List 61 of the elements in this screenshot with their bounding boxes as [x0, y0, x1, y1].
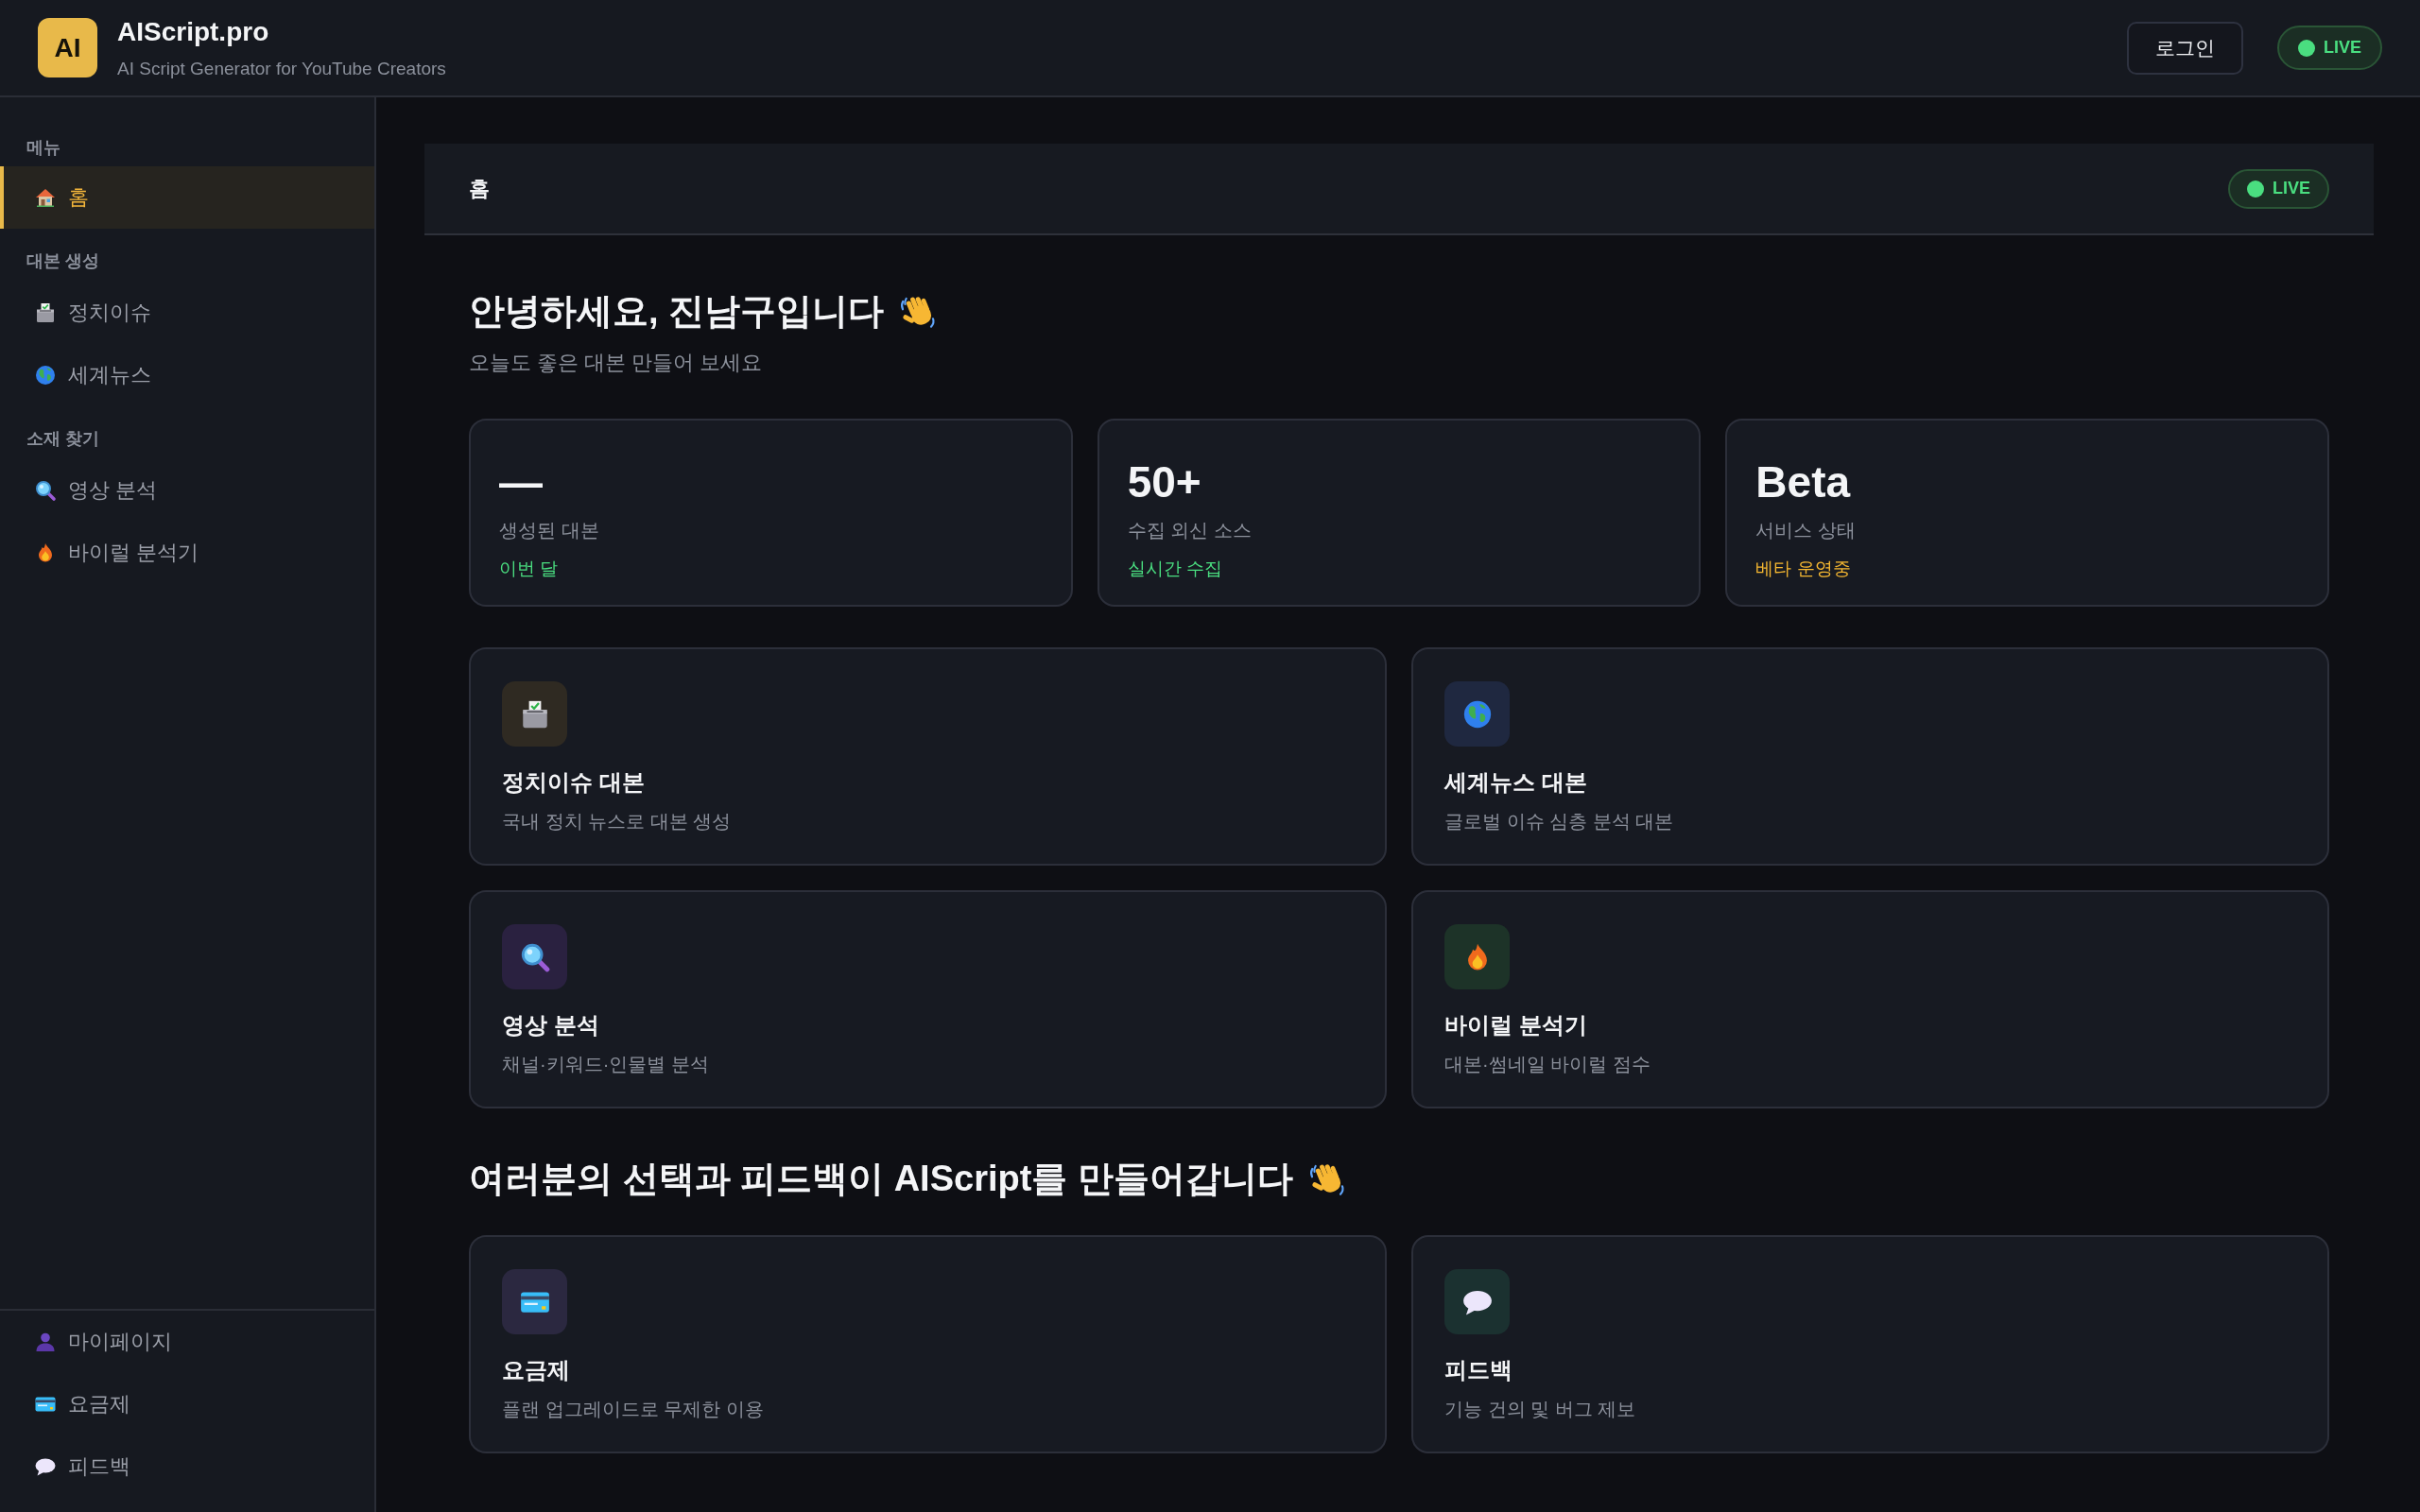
status-label: LIVE: [2273, 179, 2310, 198]
status-dot-icon: [2298, 39, 2315, 57]
greeting-heading: 안녕하세요, 진남구입니다: [469, 290, 885, 333]
page-title: 홈: [469, 175, 490, 202]
card-title: 세계뉴스 대본: [1444, 768, 1587, 797]
card-title: 피드백: [1444, 1356, 1512, 1384]
card-description: 기능 건의 및 버그 제보: [1444, 1398, 1636, 1421]
sidebar-item[interactable]: 세계뉴스: [0, 344, 374, 406]
credit-card-icon: [502, 1269, 567, 1334]
sidebar-section-label: 메뉴: [26, 137, 61, 159]
house-icon: [34, 186, 57, 209]
stat-value: Beta: [1755, 456, 1851, 508]
greeting-subtitle: 오늘도 좋은 대본 만들어 보세요: [469, 350, 763, 376]
app-title: AIScript.pro: [117, 15, 270, 48]
status-label: LIVE: [2324, 38, 2361, 58]
stat-note: 실시간 수집: [1127, 558, 1222, 580]
sidebar-item[interactable]: 마이페이지: [0, 1311, 374, 1373]
stat-note: 이번 달: [499, 558, 559, 580]
link-card[interactable]: 요금제 플랜 업그레이드로 무제한 이용: [469, 1235, 1387, 1453]
feature-card[interactable]: 영상 분석 채널·키워드·인물별 분석: [469, 890, 1387, 1108]
sidebar-item[interactable]: 홈: [0, 166, 374, 229]
card-description: 대본·썸네일 바이럴 점수: [1444, 1053, 1651, 1076]
ballot-box-icon: [502, 681, 567, 747]
app-subtitle: AI Script Generator for YouTube Creators: [117, 57, 446, 80]
feature-card[interactable]: 세계뉴스 대본 글로벌 이슈 심층 분석 대본: [1411, 647, 2329, 866]
person-icon: [34, 1331, 57, 1353]
stat-label: 서비스 상태: [1755, 519, 1856, 542]
sidebar-section-label: 소재 찾기: [26, 428, 100, 450]
ballot-box-icon: [34, 301, 57, 324]
speech-bubble-icon: [1444, 1269, 1510, 1334]
card-title: 정치이슈 대본: [502, 768, 645, 797]
sidebar-item[interactable]: 피드백: [0, 1435, 374, 1498]
sidebar-item[interactable]: 요금제: [0, 1373, 374, 1435]
logo: AI: [38, 18, 97, 77]
sidebar-item[interactable]: 바이럴 분석기: [0, 522, 374, 584]
stat-value: 50+: [1127, 456, 1201, 508]
magnifier-icon: [34, 479, 57, 502]
card-title: 요금제: [502, 1356, 570, 1384]
card-description: 글로벌 이슈 심층 분석 대본: [1444, 810, 1674, 833]
login-button[interactable]: 로그인: [2127, 21, 2243, 75]
card-description: 국내 정치 뉴스로 대본 생성: [502, 810, 732, 833]
stat-value: —: [499, 456, 543, 508]
flame-icon: [1444, 924, 1510, 989]
card-title: 영상 분석: [502, 1011, 599, 1040]
feature-card[interactable]: 정치이슈 대본 국내 정치 뉴스로 대본 생성: [469, 647, 1387, 866]
feature-card[interactable]: 바이럴 분석기 대본·썸네일 바이럴 점수: [1411, 890, 2329, 1108]
magnifier-icon: [502, 924, 567, 989]
sidebar-section-label: 대본 생성: [26, 250, 100, 272]
section-heading: 여러분의 선택과 피드백이 AIScript를 만들어갑니다: [469, 1158, 1293, 1200]
stat-note: 베타 운영중: [1755, 558, 1851, 580]
sidebar-item[interactable]: 영상 분석: [0, 459, 374, 522]
stat-label: 수집 외신 소스: [1127, 519, 1252, 542]
status-dot-icon: [2247, 180, 2264, 198]
sidebar-item[interactable]: 정치이슈: [0, 282, 374, 344]
card-description: 플랜 업그레이드로 무제한 이용: [502, 1398, 764, 1421]
globe-icon: [34, 364, 57, 387]
link-card[interactable]: 피드백 기능 건의 및 버그 제보: [1411, 1235, 2329, 1453]
globe-icon: [1444, 681, 1510, 747]
card-title: 바이럴 분석기: [1444, 1011, 1587, 1040]
card-description: 채널·키워드·인물별 분석: [502, 1053, 709, 1076]
stat-label: 생성된 대본: [499, 519, 599, 542]
